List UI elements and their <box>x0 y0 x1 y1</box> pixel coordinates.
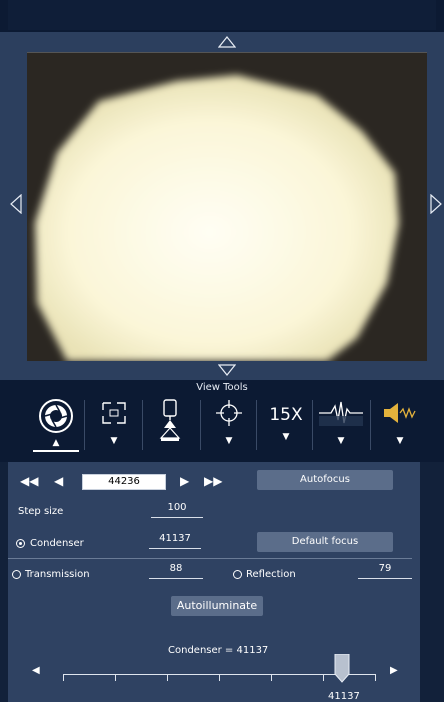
tool-waveform[interactable]: ▼ <box>316 398 366 456</box>
condenser-label: Condenser <box>30 538 84 549</box>
autoilluminate-button[interactable]: Autoilluminate <box>171 596 263 616</box>
step-size-label: Step size <box>18 506 64 517</box>
slider-tick <box>219 674 220 681</box>
divider <box>142 400 143 450</box>
image-viewer <box>0 32 444 380</box>
view-tools-bar: View Tools ▲ ▼ ▼ 15X ▼ ▼ ▼ <box>0 380 444 462</box>
transmission-value-input[interactable]: 88 <box>149 563 203 579</box>
jump-forward-icon[interactable]: ▶▶ <box>204 474 222 488</box>
divider <box>370 400 371 450</box>
chevron-down-icon[interactable]: ▼ <box>397 436 404 446</box>
chevron-down-icon[interactable]: ▼ <box>283 432 290 442</box>
region-select-icon <box>102 402 126 424</box>
condenser-value-input[interactable]: 41137 <box>149 533 201 549</box>
divider <box>256 400 257 450</box>
condenser-radio[interactable] <box>16 539 25 548</box>
tool-condenser-lamp[interactable] <box>148 398 192 456</box>
focus-control-panel: ◀◀ ◀ 44236 ▶ ▶▶ Autofocus Step size 100 … <box>8 462 420 702</box>
slider-tick <box>375 674 376 681</box>
transmission-radio[interactable] <box>12 570 21 579</box>
reflection-label: Reflection <box>246 569 296 580</box>
view-tools-label: View Tools <box>196 382 248 393</box>
chevron-down-icon[interactable]: ▲ <box>53 438 60 448</box>
top-bar <box>0 0 444 33</box>
chevron-down-icon[interactable]: ▼ <box>111 436 118 446</box>
default-focus-button[interactable]: Default focus <box>257 532 393 552</box>
pan-right-arrow-icon[interactable] <box>430 194 442 214</box>
crosshair-icon <box>216 400 242 426</box>
microscope-live-image[interactable] <box>27 52 427 361</box>
slider-tick <box>167 674 168 681</box>
slider-right-arrow-icon[interactable]: ▶ <box>390 665 398 676</box>
illuminated-field-image <box>27 53 427 361</box>
autofocus-button[interactable]: Autofocus <box>257 470 393 490</box>
slider-tick <box>271 674 272 681</box>
step-size-input[interactable]: 100 <box>151 502 203 518</box>
step-back-icon[interactable]: ◀ <box>54 474 63 488</box>
slider-caption: Condenser = 41137 <box>168 645 269 656</box>
focus-position-input[interactable]: 44236 <box>82 474 166 490</box>
slider-tick <box>323 674 324 681</box>
condenser-lamp-icon <box>159 399 181 441</box>
transmission-label: Transmission <box>25 569 90 580</box>
zoom-level: 15X <box>269 405 303 425</box>
divider <box>200 400 201 450</box>
tool-camera[interactable]: ▲ <box>30 398 82 456</box>
slider-tick <box>63 674 64 681</box>
tool-zoom[interactable]: 15X ▼ <box>262 398 310 456</box>
tool-crosshair[interactable]: ▼ <box>206 398 252 456</box>
camera-aperture-icon <box>39 399 73 433</box>
reflection-radio[interactable] <box>233 570 242 579</box>
slider-tick <box>115 674 116 681</box>
divider <box>312 400 313 450</box>
chevron-down-icon[interactable]: ▼ <box>338 436 345 446</box>
jump-back-icon[interactable]: ◀◀ <box>20 474 38 488</box>
pan-left-arrow-icon[interactable] <box>10 194 22 214</box>
pan-down-arrow-icon[interactable] <box>218 364 236 376</box>
condenser-slider-thumb[interactable] <box>334 654 350 684</box>
step-forward-icon[interactable]: ▶ <box>180 474 189 488</box>
speaker-icon <box>384 403 416 423</box>
chevron-down-icon[interactable]: ▼ <box>226 436 233 446</box>
waveform-icon <box>319 401 363 426</box>
divider <box>8 558 412 559</box>
divider <box>84 400 85 450</box>
slider-left-arrow-icon[interactable]: ◀ <box>32 665 40 676</box>
tool-speaker[interactable]: ▼ <box>376 398 424 456</box>
selected-indicator <box>33 450 79 452</box>
tool-region-select[interactable]: ▼ <box>90 398 138 456</box>
side-strip <box>420 462 444 702</box>
top-strip <box>8 0 436 30</box>
pan-up-arrow-icon[interactable] <box>218 36 236 48</box>
slider-value: 41137 <box>328 691 360 702</box>
reflection-value-input[interactable]: 79 <box>358 563 412 579</box>
